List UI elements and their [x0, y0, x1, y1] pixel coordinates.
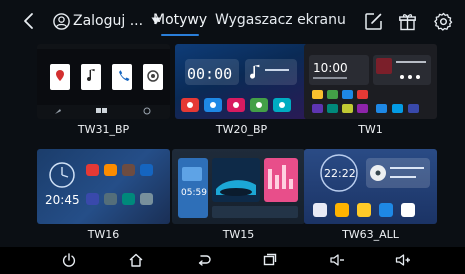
volume-down-icon[interactable] [329, 252, 345, 268]
theme-name: TW15 [222, 228, 255, 241]
theme-name: TW1 [358, 123, 383, 136]
theme-name: TW31_BP [77, 123, 130, 136]
account-selector[interactable]: Zaloguj ... [53, 10, 161, 32]
theme-preview [37, 44, 170, 119]
theme-name: TW63_ALL [342, 228, 399, 241]
gift-icon[interactable] [398, 12, 417, 31]
top-bar: Zaloguj ... Motywy Wygaszacz ekranu [0, 0, 465, 40]
theme-preview: 05:59 [172, 149, 305, 224]
person-circle-icon [53, 12, 70, 30]
tab-motywy[interactable]: Motywy [153, 12, 207, 36]
preview-clock: 00:00 [187, 65, 232, 83]
power-icon[interactable] [61, 252, 77, 268]
edit-icon[interactable] [364, 12, 383, 31]
launcher-preview-image: 10:00 [309, 55, 431, 113]
recent-apps-icon[interactable] [262, 252, 278, 268]
preview-clock: 10:00 [313, 61, 348, 75]
launcher-preview-image: 05:59 [178, 158, 298, 218]
preview-clock: 20:45 [45, 193, 80, 207]
theme-preview: 22:22 [304, 149, 437, 224]
preview-clock: 05:59 [181, 188, 207, 198]
settings-icon[interactable] [434, 12, 453, 31]
chevron-left-icon[interactable] [21, 12, 37, 30]
back-icon[interactable] [196, 252, 212, 268]
tab-wygaszacz-ekranu[interactable]: Wygaszacz ekranu [215, 12, 346, 28]
theme-name: TW20_BP [215, 123, 268, 136]
launcher-preview-image: 00:00 [181, 59, 297, 112]
launcher-preview-image: 20:45 [45, 162, 153, 207]
preview-clock: 22:22 [324, 167, 356, 180]
account-label: Zaloguj ... [73, 13, 144, 29]
launcher-preview-image: 22:22 [313, 154, 430, 217]
launcher-preview-image [37, 44, 170, 119]
volume-up-icon[interactable] [395, 252, 411, 268]
theme-preview: 20:45 [37, 149, 170, 224]
system-navigation-bar [0, 247, 465, 274]
theme-preview: 00:00 [175, 44, 308, 119]
theme-preview: 10:00 [304, 44, 437, 119]
home-icon[interactable] [128, 252, 144, 268]
theme-name: TW16 [87, 228, 120, 241]
